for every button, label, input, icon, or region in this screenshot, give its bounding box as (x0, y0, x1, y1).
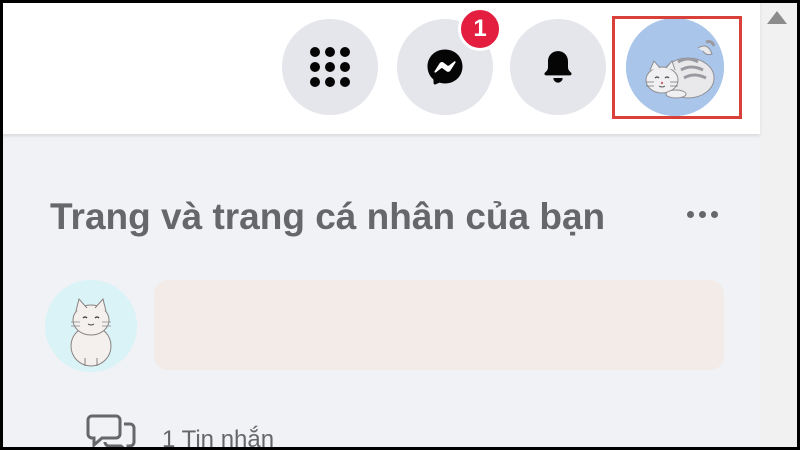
notifications-button[interactable] (510, 19, 606, 115)
grid-menu-icon (310, 47, 350, 87)
menu-button[interactable] (282, 19, 378, 115)
more-options-icon (686, 210, 694, 218)
message-bubbles-icon (86, 414, 136, 450)
scroll-up-arrow-icon[interactable] (767, 11, 787, 24)
page-avatar[interactable] (45, 280, 137, 372)
scrollbar[interactable] (760, 0, 800, 450)
bell-icon (544, 51, 572, 83)
messages-item[interactable]: 1 Tin nhắn (86, 410, 274, 450)
messages-label: 1 Tin nhắn (162, 426, 275, 450)
messenger-icon (427, 49, 463, 85)
cat-avatar (626, 18, 724, 116)
more-options-button[interactable] (680, 196, 724, 232)
profile-avatar-button[interactable] (626, 18, 724, 116)
cat-avatar (45, 280, 137, 372)
page-name-bar[interactable] (154, 280, 724, 370)
section-title: Trang và trang cá nhân của bạn (50, 196, 606, 237)
messenger-unread-badge: 1 (458, 7, 502, 51)
